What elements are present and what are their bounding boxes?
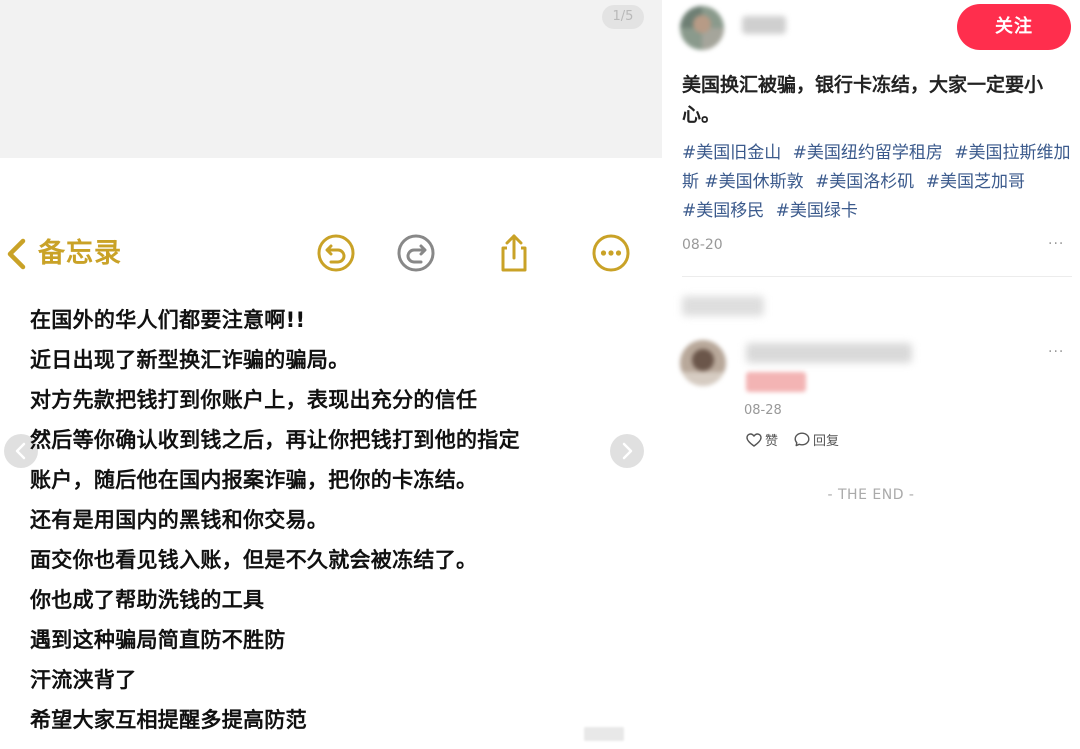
post-detail-panel: 关注 美国换汇被骗，银行卡冻结，大家一定要小心。 #美国旧金山 #美国纽约留学租… — [662, 0, 1080, 749]
post-image-viewer[interactable]: 1/5 备忘录 在国外的华人们都要注意啊!! 近日出现了新型换汇诈骗的骗局。 对… — [0, 0, 662, 749]
note-line: 然后等你确认收到钱之后，再让你把钱打到他的指定 — [30, 428, 520, 452]
comment-actions: 赞 回复 — [746, 430, 855, 449]
commenter-avatar[interactable] — [680, 340, 726, 386]
divider — [682, 276, 1072, 277]
post-tag[interactable]: #美国绿卡 — [776, 201, 858, 221]
post-date: 08-20 — [682, 237, 723, 253]
undo-icon — [317, 234, 355, 272]
comment-date: 08-28 — [744, 403, 782, 418]
chevron-right-icon — [622, 442, 633, 460]
notes-back-label: 备忘录 — [38, 238, 122, 269]
post-more-button[interactable]: ··· — [1048, 236, 1064, 252]
image-page-counter: 1/5 — [602, 5, 644, 29]
image-watermark — [584, 727, 624, 741]
like-label: 赞 — [765, 434, 779, 449]
post-tags: #美国旧金山 #美国纽约留学租房 #美国拉斯维加斯 #美国休斯敦 #美国洛杉矶 … — [682, 139, 1076, 226]
post-tag[interactable]: #美国洛杉矶 — [815, 172, 914, 192]
note-content: 在国外的华人们都要注意啊!! 近日出现了新型换汇诈骗的骗局。 对方先款把钱打到你… — [30, 300, 630, 740]
post-title: 美国换汇被骗，银行卡冻结，大家一定要小心。 — [682, 74, 1044, 126]
note-line: 还有是用国内的黑钱和你交易。 — [30, 508, 329, 532]
post-tag[interactable]: #美国纽约留学租房 — [793, 143, 943, 163]
note-line: 在国外的华人们都要注意啊!! — [30, 308, 306, 332]
reply-button[interactable]: 回复 — [794, 430, 839, 449]
prev-image-button[interactable] — [4, 434, 38, 468]
redo-icon — [397, 234, 435, 272]
comment-more-button[interactable]: ··· — [1048, 344, 1064, 360]
author-avatar[interactable] — [680, 6, 724, 50]
note-line: 希望大家互相提醒多提高防范 — [30, 708, 307, 732]
note-line: 对方先款把钱打到你账户上，表现出充分的信任 — [30, 388, 478, 412]
reply-label: 回复 — [813, 434, 840, 449]
note-line: 遇到这种骗局简直防不胜防 — [30, 628, 286, 652]
share-icon — [501, 234, 527, 272]
chevron-left-icon — [15, 442, 26, 460]
note-line: 汗流浃背了 — [30, 668, 137, 692]
chevron-left-icon — [7, 238, 26, 270]
note-line: 你也成了帮助洗钱的工具 — [30, 588, 265, 612]
follow-button[interactable]: 关注 — [957, 4, 1071, 50]
next-image-button[interactable] — [610, 434, 644, 468]
post-tag[interactable]: #美国旧金山 — [682, 143, 781, 163]
post-tag[interactable]: #美国移民 — [682, 201, 764, 221]
post-tag[interactable]: #美国芝加哥 — [926, 172, 1025, 192]
commenter-name-redacted[interactable] — [746, 343, 912, 363]
note-line: 账户，随后他在国内报案诈骗，把你的卡冻结。 — [30, 468, 478, 492]
note-line: 面交你也看见钱入账，但是不久就会被冻结了。 — [30, 548, 478, 572]
notes-header: 备忘录 — [0, 228, 662, 280]
note-line: 近日出现了新型换汇诈骗的骗局。 — [30, 348, 350, 372]
image-top-band — [0, 0, 662, 158]
like-button[interactable]: 赞 — [746, 430, 778, 449]
heart-icon — [746, 432, 762, 447]
post-tag[interactable]: #美国休斯敦 — [704, 172, 803, 192]
comment-bubble-icon — [794, 432, 810, 447]
more-icon — [592, 234, 630, 272]
comment-text-redacted — [746, 372, 806, 392]
comment-count-redacted — [682, 296, 764, 316]
end-marker: - THE END - — [827, 487, 915, 503]
author-name-redacted[interactable] — [742, 16, 786, 34]
